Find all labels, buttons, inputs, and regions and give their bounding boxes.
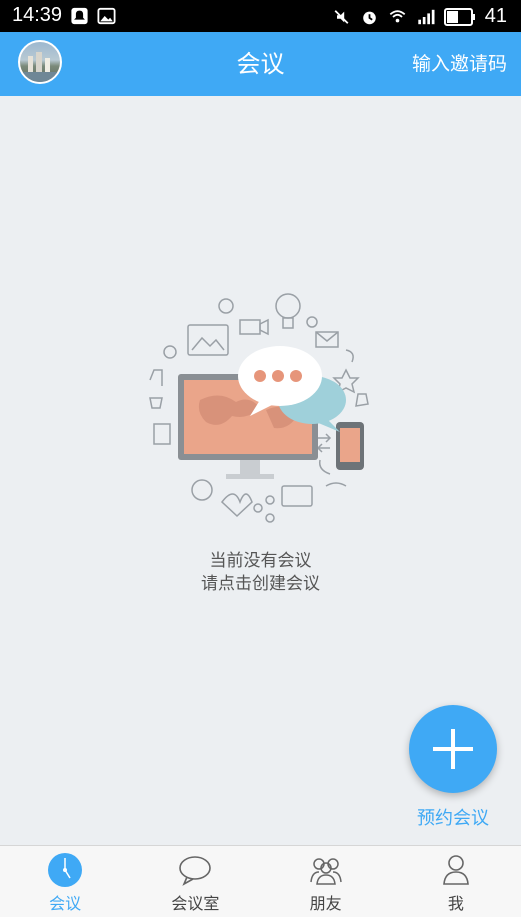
lightbulb-icon: [275, 293, 301, 319]
tab-friends[interactable]: 朋友: [261, 846, 391, 917]
transfer-icon: [316, 433, 332, 453]
music-icon: [149, 369, 163, 386]
wifi-small-icon: [325, 482, 347, 487]
invite-code-link[interactable]: 输入邀请码: [412, 32, 507, 96]
battery-percentage: 41: [484, 5, 507, 27]
clock-icon: [48, 853, 83, 887]
tab-meeting-room[interactable]: 会议室: [130, 846, 260, 917]
tab-me[interactable]: 我: [391, 846, 521, 917]
status-time: 14:39: [12, 4, 63, 26]
person-icon: [443, 855, 469, 885]
search-icon: [163, 345, 177, 359]
image-icon: [97, 7, 116, 25]
share-icon: [253, 503, 263, 513]
empty-state-message: 当前没有会议: [209, 551, 312, 571]
basketball-icon: [191, 479, 213, 501]
empty-meeting-illustration: [149, 293, 369, 523]
chat-bubble-icon: [179, 856, 212, 886]
heart-icon: [220, 493, 253, 518]
schedule-meeting-label[interactable]: 预约会议: [400, 804, 506, 830]
app-header: 会议 输入邀请码: [0, 32, 521, 96]
tab-label: 会议室: [171, 894, 220, 913]
tab-label: 会议: [49, 894, 82, 913]
phone-call-icon: [318, 459, 331, 475]
male-icon: [306, 316, 318, 328]
video-camera-icon: [239, 319, 261, 335]
comment-icon: [281, 485, 313, 507]
thumbs-up-icon: [355, 393, 369, 407]
empty-state-hint: 请点击创建会议: [201, 574, 320, 594]
mute-icon: [334, 9, 349, 24]
wifi-icon: [389, 9, 406, 22]
schedule-meeting-button[interactable]: [409, 705, 497, 793]
headset-icon: [345, 349, 354, 363]
notification-icon: [71, 7, 88, 25]
alarm-icon: [362, 11, 376, 24]
signal-icon: [418, 9, 435, 24]
tab-meetings[interactable]: 会议: [0, 846, 130, 917]
tab-label: 我: [447, 894, 464, 913]
picture-icon: [187, 324, 229, 356]
battery-icon: [443, 7, 475, 26]
bottom-tab-bar: 会议 会议室 朋友 我: [0, 845, 521, 917]
friends-icon: [309, 858, 342, 885]
status-bar: 14:39 41: [0, 0, 521, 32]
document-icon: [153, 423, 171, 445]
smiley-icon: [218, 298, 234, 314]
tab-label: 朋友: [309, 894, 342, 913]
cart-icon: [149, 397, 163, 409]
